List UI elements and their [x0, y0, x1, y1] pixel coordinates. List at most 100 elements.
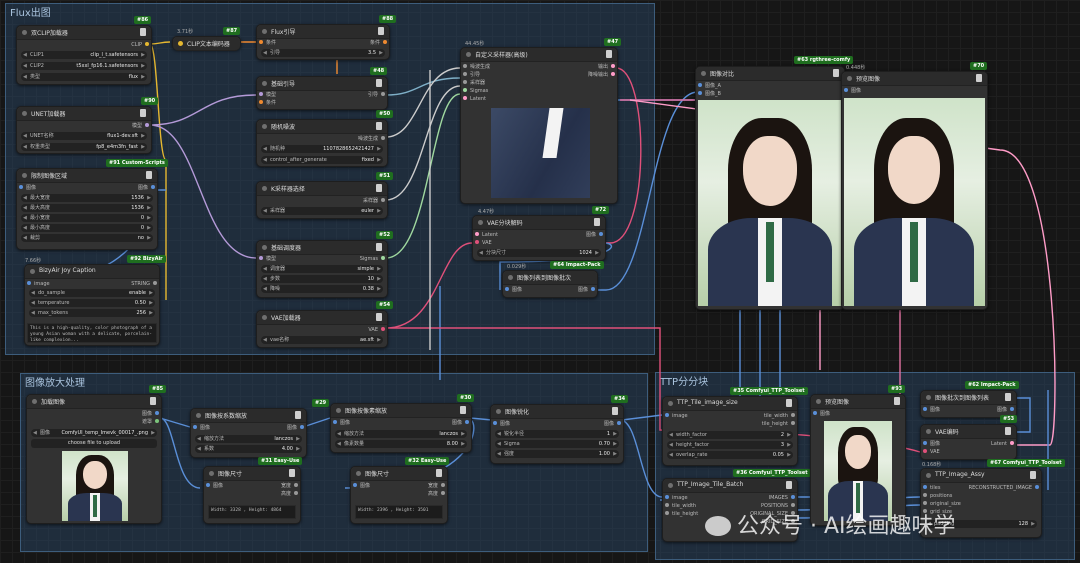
doc-icon[interactable]: [376, 79, 382, 87]
input-sigmas[interactable]: Sigmas: [463, 87, 488, 95]
node-preview-image-tiles[interactable]: 预览图像 图像: [810, 394, 906, 526]
input-noise[interactable]: 噪波生成: [463, 63, 490, 71]
node-unet-loader[interactable]: UNET加载器 模型 ◀ UNET名称 flux1-dev.sft ▶ ◀ 权重类型 fp…: [16, 106, 152, 154]
output-mask[interactable]: 遮罩: [142, 418, 159, 426]
output-string[interactable]: STRING: [131, 280, 157, 288]
node-sampler-custom-advanced[interactable]: 自定义采样器(高级) 噪波生成 引导 采样器 Sigmas Latent 输出 …: [460, 47, 618, 204]
node-image-comparer[interactable]: 图像对比 图像_A 图像_B: [695, 66, 845, 310]
output-height[interactable]: 高度: [281, 490, 298, 498]
output-noise[interactable]: 噪波生成: [358, 135, 385, 143]
input-latent[interactable]: Latent: [475, 231, 498, 239]
output-sigmas[interactable]: Sigmas: [360, 255, 385, 263]
input-model[interactable]: 模型: [259, 91, 276, 99]
output-image[interactable]: 图像: [452, 419, 469, 427]
widget-width-factor[interactable]: ◀ width_factor 2 ▶: [667, 431, 793, 439]
node-joy-caption[interactable]: BizyAir Joy Caption image STRING ◀ do_sam…: [24, 264, 160, 346]
input-guider[interactable]: 引导: [463, 71, 480, 79]
input-image[interactable]: 图像: [505, 286, 522, 294]
output-images[interactable]: IMAGES: [769, 494, 795, 502]
doc-icon[interactable]: [436, 469, 442, 477]
output-guider[interactable]: 引导: [368, 91, 385, 99]
node-basic-scheduler[interactable]: 基础调度器 模型 Sigmas ◀ 调度器 simple ▶ ◀ 步数 10 ▶ ◀ 降噪 0.…: [256, 240, 388, 298]
node-clip-text-encode[interactable]: CLIP文本编码器: [172, 36, 241, 51]
doc-icon[interactable]: [376, 313, 382, 321]
caption-text-output[interactable]: This is a high-quality, color photograph…: [27, 323, 157, 343]
input-original-size[interactable]: original_size: [923, 500, 961, 508]
widget-sigma[interactable]: ◀ Sigma 0.70 ▶: [495, 440, 619, 448]
input-image[interactable]: 图像: [193, 424, 210, 432]
node-image-sharpen[interactable]: 图像锐化 图像 图像 ◀ 锐化半径 1 ▶ ◀ Sigma 0.70 ▶ ◀ 强度 1.00 ▶: [490, 404, 624, 464]
doc-icon[interactable]: [833, 69, 839, 77]
doc-icon[interactable]: [150, 397, 156, 405]
widget-denoise[interactable]: ◀ 降噪 0.38 ▶: [261, 285, 383, 293]
comparison-portrait-image[interactable]: [698, 100, 842, 306]
doc-icon[interactable]: [786, 481, 792, 489]
upload-button[interactable]: choose file to upload: [31, 439, 157, 448]
input-vae[interactable]: VAE: [923, 448, 940, 456]
widget-temperature[interactable]: ◀ temperature 0.50 ▶: [29, 299, 155, 307]
output-image[interactable]: 图像: [586, 231, 603, 239]
node-image-list-to-batch[interactable]: 图像列表到图像批次 图像 图像: [502, 270, 598, 298]
doc-icon[interactable]: [786, 399, 792, 407]
node-preview-image[interactable]: 预览图像 图像: [841, 71, 988, 310]
input-images[interactable]: 图像: [813, 410, 830, 418]
widget-image-file[interactable]: ◀ 图像 ComfyUI_temp_Imevk_00017_.png ▶: [31, 429, 157, 437]
input-vae[interactable]: VAE: [475, 239, 492, 247]
output-model[interactable]: 模型: [132, 122, 149, 130]
input-image[interactable]: 图像: [353, 482, 370, 490]
input-sampler[interactable]: 采样器: [463, 79, 485, 87]
doc-icon[interactable]: [976, 74, 982, 82]
widget-seed[interactable]: ◀ 随机种 1107828652421427 ▶: [261, 145, 383, 153]
input-conditioning[interactable]: 条件: [259, 39, 276, 47]
doc-icon[interactable]: [594, 218, 600, 226]
widget-alpha[interactable]: ◀ 强度 1.00 ▶: [495, 450, 619, 458]
doc-icon[interactable]: [376, 122, 382, 130]
node-dual-clip-loader[interactable]: 双CLIP加载器 CLIP ◀ CLIP1 clip_l_t.safetensors…: [16, 25, 152, 85]
output-width[interactable]: 宽度: [428, 482, 445, 490]
widget-scheduler[interactable]: ◀ 调度器 simple ▶: [261, 265, 383, 273]
widget-upscale-method[interactable]: ◀ 缩放方法 lanczos ▶: [195, 435, 302, 443]
widget-overlap-rate[interactable]: ◀ overlap_rate 0.05 ▶: [667, 451, 793, 459]
tile-preview-image[interactable]: [824, 421, 892, 521]
input-tiles[interactable]: tiles: [923, 484, 940, 492]
output-conditioning[interactable]: 条件: [370, 39, 387, 47]
widget-min-height[interactable]: ◀ 最小高度 0 ▶: [21, 224, 153, 232]
widget-weight-type[interactable]: ◀ 权重类型 fp8_e4m3fn_fast ▶: [21, 143, 147, 151]
widget-max-height[interactable]: ◀ 最大高度 1536 ▶: [21, 204, 153, 212]
output-denoised[interactable]: 降噪输出: [588, 71, 615, 79]
output-height[interactable]: 高度: [428, 490, 445, 498]
input-image[interactable]: 图像: [206, 482, 223, 490]
node-vae-loader[interactable]: VAE加载器 VAE ◀ vae名称 ae.sft ▶: [256, 310, 388, 348]
widget-upscale-method[interactable]: ◀ 缩放方法 lanczos ▶: [335, 430, 467, 438]
doc-icon[interactable]: [146, 171, 152, 179]
output-image[interactable]: 图像: [138, 184, 155, 192]
doc-icon[interactable]: [376, 243, 382, 251]
doc-icon[interactable]: [1030, 471, 1036, 479]
widget-max-tokens[interactable]: ◀ max_tokens 256 ▶: [29, 309, 155, 317]
output-clip[interactable]: CLIP: [131, 41, 149, 49]
node-image-scale-to-pixels[interactable]: 图像按像素缩放 图像 图像 ◀ 缩放方法 lanczos ▶ ◀ 像素数量 8.00 ▶: [330, 403, 472, 453]
widget-max-width[interactable]: ◀ 最大宽度 1536 ▶: [21, 194, 153, 202]
widget-megapixels[interactable]: ◀ 像素数量 8.00 ▶: [335, 440, 467, 448]
input-latent[interactable]: Latent: [463, 95, 486, 103]
node-image-size-2[interactable]: 图像尺寸 图像 宽度 高度 Width: 2396 , Height: 3501: [350, 466, 448, 524]
widget-clip1[interactable]: ◀ CLIP1 clip_l_t.safetensors ▶: [21, 51, 147, 59]
node-image-limit-region[interactable]: 限制图像区域 图像 图像 ◀ 最大宽度 1536 ▶ ◀ 最大高度 1536 ▶ ◀ 最小宽度…: [16, 168, 158, 250]
input-tile-width[interactable]: tile_width: [665, 502, 696, 510]
node-vae-encode[interactable]: VAE编码 图像 VAE Latent: [920, 424, 1017, 460]
output-tile-height[interactable]: tile_height: [762, 420, 795, 428]
output-image[interactable]: 图像: [578, 286, 595, 294]
node-vae-decode-tiled[interactable]: VAE分块解码 Latent VAE 图像 ◀ 分块尺寸 1024 ▶: [472, 215, 606, 261]
doc-icon[interactable]: [289, 469, 295, 477]
widget-sampler-name[interactable]: ◀ 采样器 euler ▶: [261, 207, 383, 215]
widget-scale-by[interactable]: ◀ 系数 4.00 ▶: [195, 445, 302, 453]
node-image-size-1[interactable]: 图像尺寸 图像 宽度 高度 Width: 3328 , Height: 4864: [203, 466, 301, 524]
output-vae[interactable]: VAE: [368, 326, 385, 334]
doc-icon[interactable]: [612, 407, 618, 415]
output-tile-width[interactable]: tile_width: [764, 412, 795, 420]
doc-icon[interactable]: [1005, 427, 1011, 435]
output-latent[interactable]: Latent: [991, 440, 1014, 448]
input-image-b[interactable]: 图像_B: [698, 90, 721, 98]
node-load-image[interactable]: 加载图像 图像 遮罩 ◀ 图像 ComfyUI_temp_Imevk_00017_.…: [26, 394, 162, 524]
output-image[interactable]: 图像: [997, 406, 1014, 414]
